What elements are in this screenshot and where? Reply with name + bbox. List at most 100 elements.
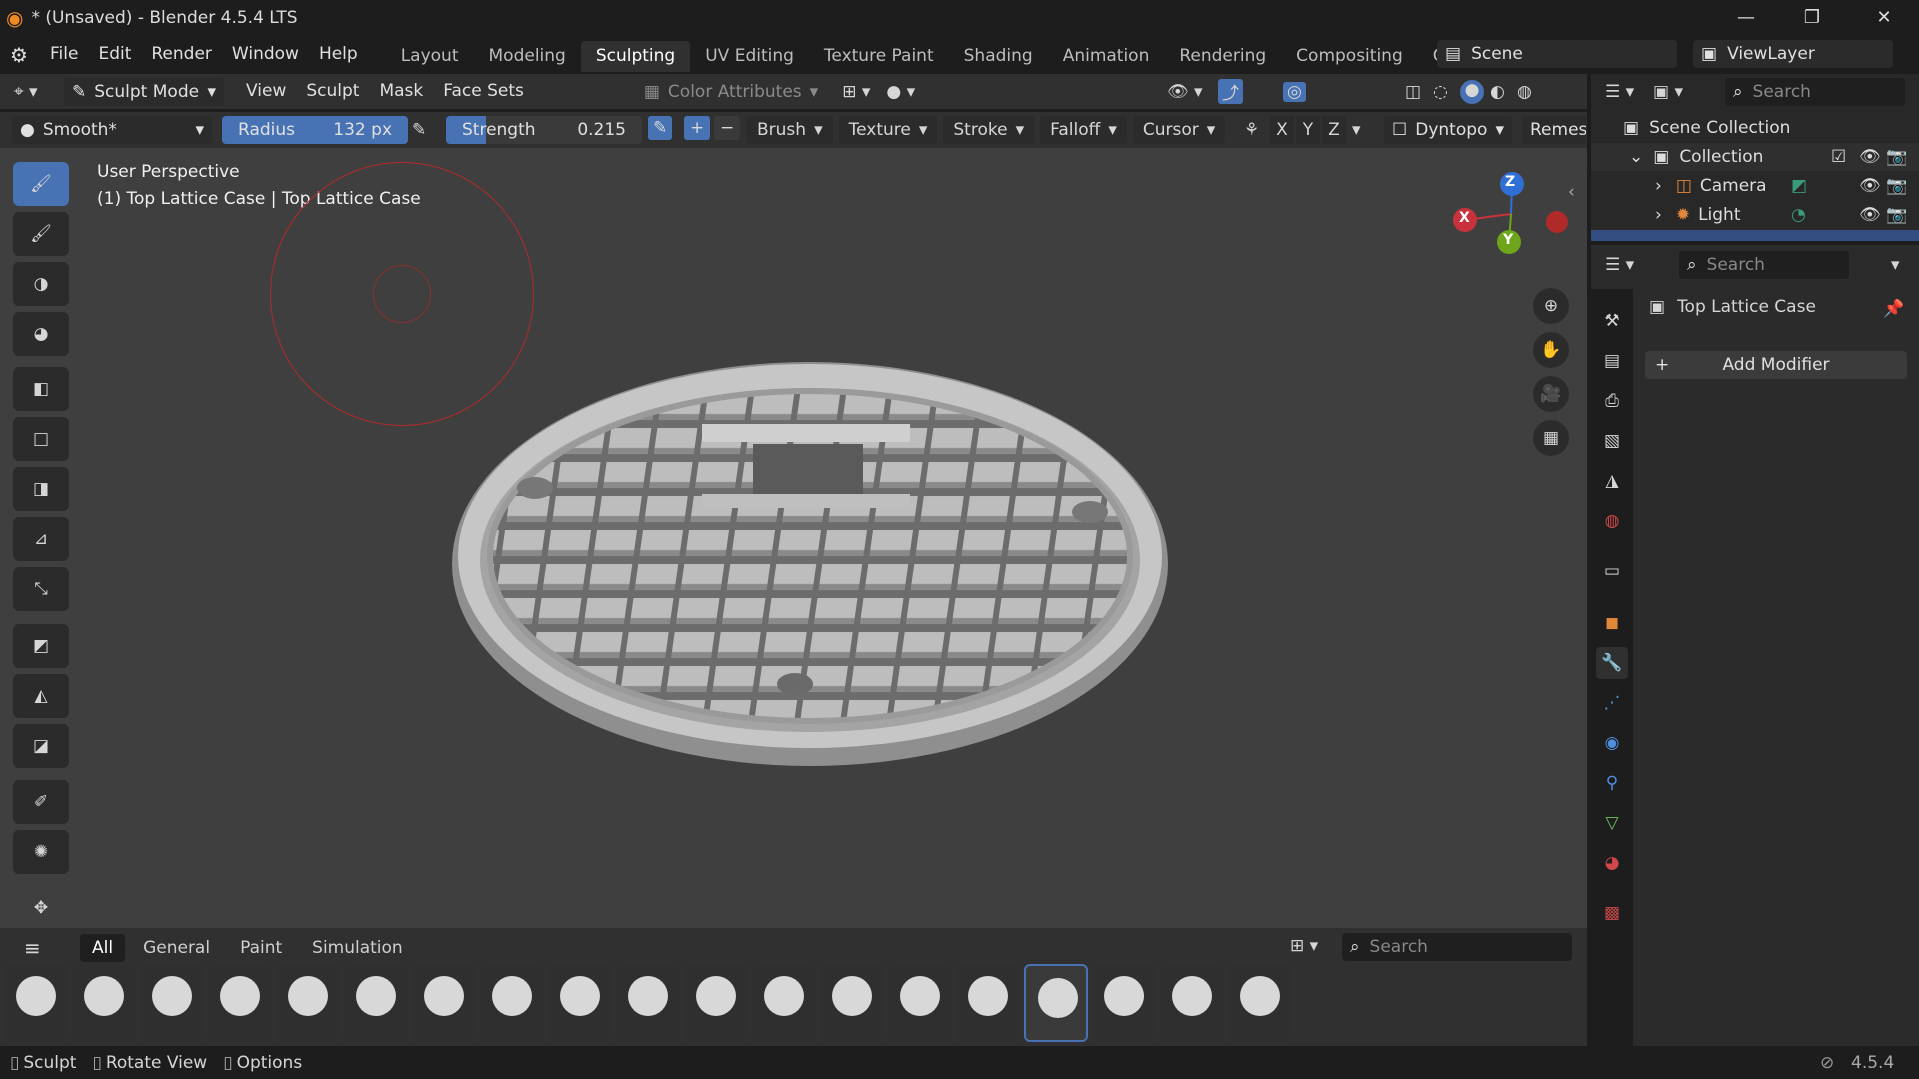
axis-toggle-z[interactable]: Z xyxy=(1322,116,1346,144)
menu-file[interactable]: File xyxy=(40,37,88,72)
tab-layout[interactable]: Layout xyxy=(386,41,474,72)
brush-tab-general[interactable]: General xyxy=(131,934,222,962)
brush-tab-all[interactable]: All xyxy=(80,934,126,962)
box-face-set-tool-icon[interactable]: ◨ xyxy=(13,467,69,511)
draw-brush-tool-icon[interactable]: 🖌 xyxy=(13,162,69,206)
scene-collection-row[interactable]: ▣ Scene Collection xyxy=(1591,114,1919,142)
pan-hand-icon[interactable]: ✋ xyxy=(1533,332,1569,368)
brush-thumbnail[interactable] xyxy=(1160,964,1224,1042)
move-tool-icon[interactable]: ✥ xyxy=(13,886,69,930)
outliner-item-light[interactable]: › ✹ Light ◔ 👁 📷 xyxy=(1591,201,1919,229)
brush-thumbnail[interactable] xyxy=(72,964,136,1042)
sidebar-toggle-icon[interactable]: ‹ xyxy=(1568,182,1575,202)
brush-selector[interactable]: ● Smooth* ▾ xyxy=(12,116,212,144)
perspective-grid-icon[interactable]: ▦ xyxy=(1533,420,1569,456)
camera-render-icon[interactable]: 📷 xyxy=(1886,147,1907,167)
brush-thumbnail[interactable] xyxy=(1228,964,1292,1042)
data-tab-icon[interactable]: ▽ xyxy=(1596,807,1628,839)
cloth-filter-tool-icon[interactable]: ◭ xyxy=(13,674,69,718)
physics-tab-icon[interactable]: ◉ xyxy=(1596,727,1628,759)
chevron-right-icon[interactable]: › xyxy=(1655,205,1662,225)
constraints-tab-icon[interactable]: ⚲ xyxy=(1596,767,1628,799)
pressure-radius-icon[interactable]: ✎ xyxy=(412,120,426,140)
grid-view-icon[interactable]: ⊞ ▾ xyxy=(1290,936,1318,956)
rendered-shading-icon[interactable]: ◍ xyxy=(1517,82,1532,102)
symmetry-icon[interactable]: ⊞ ▾ xyxy=(842,82,870,102)
xray-icon[interactable]: ◫ xyxy=(1405,82,1421,102)
scene-tab-icon[interactable]: ◮ xyxy=(1596,465,1628,497)
tab-compositing[interactable]: Compositing xyxy=(1281,41,1418,72)
3d-viewport[interactable]: User Perspective (1) Top Lattice Case | … xyxy=(0,148,1587,956)
display-mode-icon[interactable]: ▣ ▾ xyxy=(1653,82,1683,102)
add-modifier-button[interactable]: + Add Modifier xyxy=(1645,351,1907,379)
radius-slider[interactable]: Radius 132 px xyxy=(222,116,408,144)
mask-by-color-tool-icon[interactable]: ✺ xyxy=(13,830,69,874)
solid-shading-icon[interactable]: ● xyxy=(1460,79,1484,104)
hamburger-icon[interactable]: ≡ xyxy=(24,936,41,960)
scene-selector[interactable]: ▤ Scene xyxy=(1437,40,1677,68)
menu-help[interactable]: Help xyxy=(309,37,368,72)
selected-row-partial[interactable] xyxy=(1591,230,1919,241)
mesh-filter-tool-icon[interactable]: ◩ xyxy=(13,624,69,668)
brush-thumbnail[interactable] xyxy=(344,964,408,1042)
mask-brush-tool-icon[interactable]: ◑ xyxy=(13,262,69,306)
blender-menu-icon[interactable]: ⚙ xyxy=(10,43,40,67)
brush-tab-simulation[interactable]: Simulation xyxy=(300,934,415,962)
brush-thumbnail[interactable] xyxy=(888,964,952,1042)
eye-icon[interactable]: 👁 xyxy=(1859,205,1881,225)
wireframe-shading-icon[interactable]: ◌ xyxy=(1433,82,1448,102)
mode-selector[interactable]: ✎ Sculpt Mode ▾ xyxy=(64,77,224,106)
edit-face-set-tool-icon[interactable]: ✐ xyxy=(13,780,69,824)
box-trim-tool-icon[interactable]: ⊿ xyxy=(13,517,69,561)
pin-icon[interactable]: 📌 xyxy=(1883,299,1904,319)
collection-row[interactable]: ⌄ ▣ Collection ☑ 👁 📷 xyxy=(1591,143,1919,171)
face-set-brush-tool-icon[interactable]: ◕ xyxy=(13,312,69,356)
header-menu-face-sets[interactable]: Face Sets xyxy=(433,74,534,109)
add-direction-icon[interactable]: + xyxy=(684,116,711,140)
tool-tab-icon[interactable]: ⚒ xyxy=(1596,305,1628,337)
dyntopo-toggle[interactable]: ☐ Dyntopo ▾ xyxy=(1384,116,1512,144)
line-project-tool-icon[interactable]: ⤡ xyxy=(13,567,69,611)
outliner-item-camera[interactable]: › ◫ Camera ◩ 👁 📷 xyxy=(1591,172,1919,200)
subtract-direction-icon[interactable]: − xyxy=(714,116,741,140)
overlay-toggle-icon[interactable]: ◎ xyxy=(1283,81,1306,102)
render-tab-icon[interactable]: ▤ xyxy=(1596,345,1628,377)
brush-thumbnail[interactable] xyxy=(820,964,884,1042)
menu-edit[interactable]: Edit xyxy=(88,37,141,72)
header-menu-view[interactable]: View xyxy=(236,74,296,109)
tab-modeling[interactable]: Modeling xyxy=(474,41,581,72)
output-tab-icon[interactable]: ⎙ xyxy=(1596,385,1628,417)
tab-rendering[interactable]: Rendering xyxy=(1164,41,1281,72)
eye-icon[interactable]: 👁 xyxy=(1859,147,1881,167)
camera-view-icon[interactable]: 🎥 xyxy=(1533,376,1569,412)
camera-render-icon[interactable]: 📷 xyxy=(1886,176,1907,196)
axis-toggle-y[interactable]: Y xyxy=(1296,116,1320,144)
header-menu-sculpt[interactable]: Sculpt xyxy=(296,74,369,109)
dropdown-cursor[interactable]: Cursor ▾ xyxy=(1132,116,1226,144)
eye-icon[interactable]: 👁 xyxy=(1859,176,1881,196)
view-layer-tab-icon[interactable]: ▧ xyxy=(1596,425,1628,457)
box-mask-tool-icon[interactable]: ◧ xyxy=(13,367,69,411)
brush-search-input[interactable]: ⌕ Search xyxy=(1342,933,1572,961)
shading-dot-icon[interactable]: ● ▾ xyxy=(886,82,915,102)
header-menu-mask[interactable]: Mask xyxy=(369,74,433,109)
tab-texture-paint[interactable]: Texture Paint xyxy=(809,41,949,72)
brush-thumbnail[interactable] xyxy=(412,964,476,1042)
dropdown-texture[interactable]: Texture ▾ xyxy=(838,116,938,144)
material-tab-icon[interactable]: ◕ xyxy=(1596,847,1628,879)
chevron-down-icon[interactable]: ⌄ xyxy=(1629,147,1643,167)
close-button[interactable]: ✕ xyxy=(1855,0,1913,35)
strength-slider[interactable]: Strength 0.215 xyxy=(446,116,642,144)
tab-animation[interactable]: Animation xyxy=(1048,41,1165,72)
brush-thumbnail[interactable] xyxy=(208,964,272,1042)
brush-tab-paint[interactable]: Paint xyxy=(228,934,294,962)
dropdown-brush[interactable]: Brush ▾ xyxy=(747,116,833,144)
tab-shading[interactable]: Shading xyxy=(949,41,1048,72)
material-shading-icon[interactable]: ◐ xyxy=(1490,82,1505,102)
minimize-button[interactable]: — xyxy=(1717,0,1775,35)
brush-thumbnail[interactable] xyxy=(480,964,544,1042)
checkbox-icon[interactable]: ☑ xyxy=(1831,147,1846,167)
gizmo-toggle-icon[interactable]: ⤴ xyxy=(1218,79,1243,104)
world-tab-icon[interactable]: ◍ xyxy=(1596,505,1628,537)
brush-thumbnail[interactable] xyxy=(956,964,1020,1042)
